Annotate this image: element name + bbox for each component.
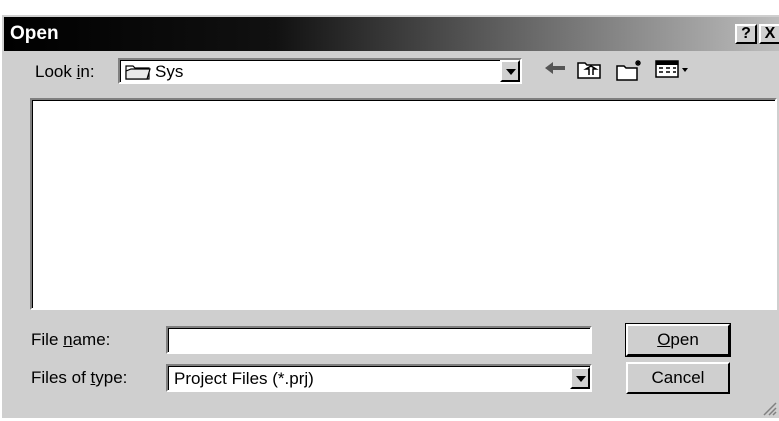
open-button-label: Open bbox=[657, 330, 699, 349]
open-button[interactable]: Open bbox=[625, 323, 731, 357]
open-dialog: Open ? X Look in: Sys File name: Files o… bbox=[0, 13, 779, 418]
file-name-label: File name: bbox=[31, 330, 111, 349]
new-folder-icon[interactable] bbox=[614, 58, 646, 82]
look-in-value: Sys bbox=[155, 62, 184, 81]
view-menu-icon[interactable] bbox=[654, 58, 692, 82]
resize-grip-icon[interactable] bbox=[761, 400, 777, 416]
folder-icon bbox=[125, 63, 151, 86]
file-list-pane[interactable] bbox=[30, 98, 777, 310]
file-name-input[interactable] bbox=[166, 326, 592, 354]
file-type-combobox[interactable]: Project Files (*.prj) bbox=[166, 364, 592, 392]
back-arrow-icon[interactable] bbox=[542, 58, 568, 82]
file-type-label: Files of type: bbox=[31, 368, 128, 387]
up-one-level-icon[interactable] bbox=[575, 58, 603, 82]
help-button[interactable]: ? bbox=[735, 24, 757, 44]
close-button[interactable]: X bbox=[759, 24, 779, 44]
look-in-combobox[interactable]: Sys bbox=[118, 58, 522, 84]
dialog-title: Open bbox=[10, 23, 59, 44]
file-type-value: Project Files (*.prj) bbox=[174, 369, 314, 388]
look-in-label: Look in: bbox=[35, 62, 95, 81]
look-in-dropdown-arrow[interactable] bbox=[500, 60, 520, 82]
cancel-button[interactable]: Cancel bbox=[626, 362, 730, 394]
title-bar[interactable]: Open ? X bbox=[4, 17, 779, 51]
file-type-dropdown-arrow[interactable] bbox=[570, 367, 590, 389]
